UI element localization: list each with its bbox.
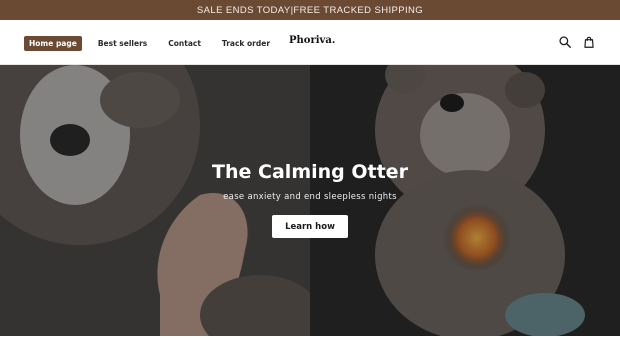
nav-home-page[interactable]: Home page	[24, 36, 82, 51]
nav-best-sellers[interactable]: Best sellers	[93, 37, 152, 50]
hero-subtitle: ease anxiety and end sleepless nights	[223, 192, 397, 202]
hero-banner: The Calming Otter ease anxiety and end s…	[0, 65, 620, 336]
announcement-text: SALE ENDS TODAY|FREE TRACKED SHIPPING	[196, 4, 424, 16]
announcement-bar: SALE ENDS TODAY|FREE TRACKED SHIPPING	[0, 0, 620, 20]
main-nav: Home page Best sellers Contact Track ord…	[24, 36, 275, 51]
search-icon[interactable]	[558, 35, 572, 49]
page-bottom-strip	[0, 336, 620, 343]
header-icons	[558, 35, 596, 49]
nav-track-order[interactable]: Track order	[217, 37, 275, 50]
learn-how-button[interactable]: Learn how	[272, 215, 348, 238]
nav-contact[interactable]: Contact	[163, 37, 206, 50]
store-logo[interactable]: Phoriva.	[289, 35, 335, 46]
hero-title: The Calming Otter	[212, 161, 408, 183]
site-header: Home page Best sellers Contact Track ord…	[0, 20, 620, 65]
cart-icon[interactable]	[582, 35, 596, 49]
